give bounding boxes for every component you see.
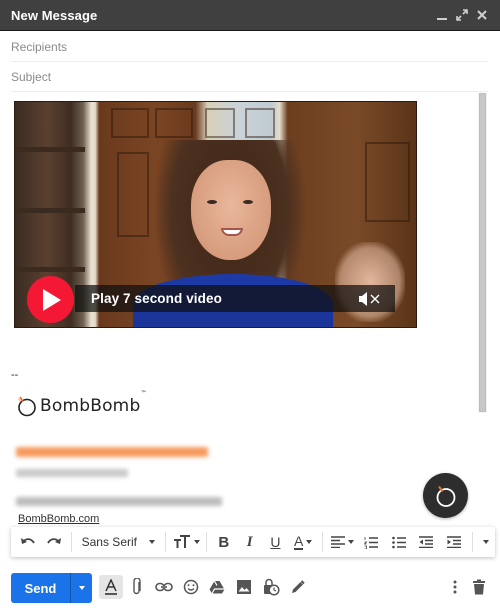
door-panel-decoration (117, 152, 149, 237)
send-button-group: Send (11, 573, 92, 603)
font-size-icon[interactable] (170, 529, 202, 555)
align-icon[interactable] (327, 529, 357, 555)
person-eye (243, 200, 253, 204)
confidential-mode-icon[interactable] (259, 575, 283, 599)
insert-emoji-icon[interactable] (179, 575, 203, 599)
door-panel-decoration (155, 108, 193, 138)
subject-row (11, 62, 488, 92)
redacted-signature-contact (16, 497, 222, 506)
chevron-down-icon (347, 540, 354, 544)
bookshelf-decoration (15, 147, 85, 152)
toolbar-separator (205, 532, 207, 552)
message-body[interactable]: Play 7 second video -- BombBomb™ BombBom… (0, 93, 478, 525)
insert-photo-icon[interactable] (232, 575, 256, 599)
chevron-down-icon (483, 540, 490, 544)
underline-icon[interactable]: U (263, 529, 289, 555)
italic-icon[interactable]: I (237, 529, 263, 555)
numbered-list-icon[interactable] (357, 529, 385, 555)
bombbomb-website-link[interactable]: BombBomb.com (18, 513, 99, 525)
door-panel-decoration (245, 108, 275, 138)
chevron-down-icon (306, 540, 313, 544)
bombbomb-logo: BombBomb™ (16, 390, 147, 417)
signature-separator: -- (11, 369, 19, 381)
trademark-symbol: ™ (140, 390, 147, 397)
bombbomb-logo-icon (436, 485, 455, 507)
video-thumbnail[interactable]: Play 7 second video (14, 101, 417, 328)
bomb-logo-icon (18, 396, 36, 417)
recipients-row (11, 32, 488, 62)
close-icon[interactable] (472, 5, 492, 25)
toolbar-separator (70, 532, 72, 552)
font-family-select[interactable]: Sans Serif (76, 529, 161, 555)
google-drive-icon[interactable] (205, 575, 229, 599)
font-family-value: Sans Serif (81, 535, 137, 549)
expand-icon[interactable] (452, 5, 472, 25)
redo-icon[interactable] (41, 529, 67, 555)
formatting-toolbar: Sans Serif B I U A (11, 527, 495, 557)
indent-more-icon[interactable] (440, 529, 468, 555)
undo-icon[interactable] (15, 529, 41, 555)
compose-title-bar: New Message (0, 0, 500, 31)
recipients-input[interactable] (11, 39, 488, 54)
logo-wordmark: BombBomb™ (40, 390, 147, 416)
signature-icon[interactable] (286, 575, 310, 599)
send-options-button[interactable] (70, 573, 92, 603)
bookshelf-decoration (15, 267, 85, 272)
redacted-signature-name (16, 447, 208, 457)
discard-draft-icon[interactable] (467, 575, 491, 599)
chevron-down-icon (193, 540, 200, 544)
chevron-down-icon (78, 586, 85, 590)
window-title: New Message (11, 7, 98, 23)
formatting-options-icon[interactable] (99, 575, 123, 599)
indent-less-icon[interactable] (413, 529, 441, 555)
more-formatting-icon[interactable] (477, 529, 495, 555)
person-eye (207, 200, 217, 204)
attach-file-icon[interactable] (125, 575, 149, 599)
door-panel-decoration (205, 108, 235, 138)
bold-icon[interactable]: B (211, 529, 237, 555)
compose-action-bar: Send (0, 565, 500, 612)
bulleted-list-icon[interactable] (385, 529, 413, 555)
bombbomb-record-button[interactable] (423, 473, 468, 518)
subject-input[interactable] (11, 69, 488, 84)
insert-link-icon[interactable] (152, 575, 176, 599)
send-button[interactable]: Send (11, 573, 70, 603)
toolbar-separator (165, 532, 167, 552)
door-panel-decoration (111, 108, 149, 138)
video-overlay-bar[interactable]: Play 7 second video (75, 285, 395, 312)
chevron-down-icon (149, 540, 156, 544)
redacted-signature-title (16, 469, 128, 477)
door-panel-decoration (365, 142, 410, 222)
person-face (191, 160, 271, 260)
play-video-label[interactable]: Play 7 second video (91, 291, 355, 306)
bookshelf-decoration (15, 208, 85, 213)
logo-text: BombBomb (40, 396, 141, 416)
toolbar-separator (472, 532, 474, 552)
minimize-icon[interactable] (432, 5, 452, 25)
text-color-icon[interactable]: A (288, 529, 318, 555)
muted-speaker-icon[interactable] (355, 289, 385, 309)
play-icon[interactable] (27, 276, 74, 323)
more-options-icon[interactable] (443, 575, 467, 599)
toolbar-separator (322, 532, 324, 552)
scrollbar-thumb[interactable] (479, 93, 486, 412)
